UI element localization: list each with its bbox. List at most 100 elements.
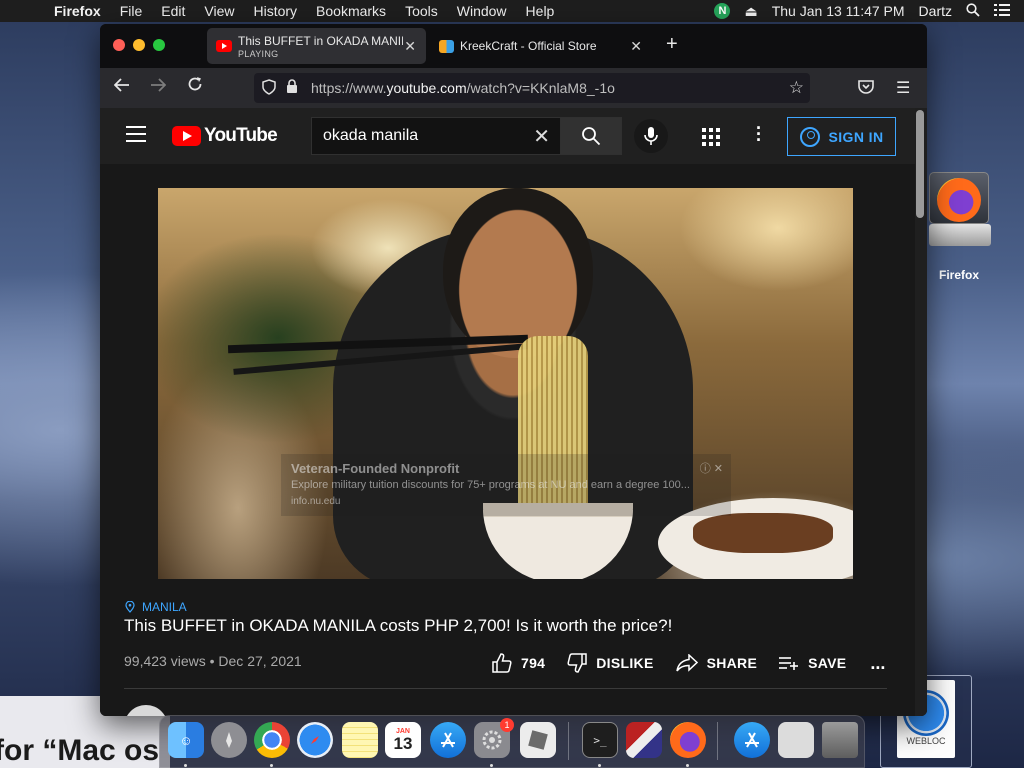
- roblox-icon[interactable]: [520, 722, 556, 758]
- eject-icon[interactable]: ⏏: [744, 3, 757, 20]
- running-indicator: [184, 764, 187, 767]
- microphone-icon: [644, 127, 658, 145]
- publish-date: Dec 27, 2021: [218, 653, 302, 669]
- background-window-text: for “Mac os: [0, 734, 160, 767]
- youtube-play-logo-icon: [172, 126, 201, 146]
- close-tab-icon[interactable]: ✕: [404, 38, 416, 55]
- spotlight-search-icon[interactable]: [966, 2, 980, 20]
- app-store-downloads-icon[interactable]: [734, 722, 770, 758]
- running-indicator: [598, 764, 601, 767]
- close-window-button[interactable]: [113, 39, 125, 51]
- terminal-icon[interactable]: >_: [582, 722, 618, 758]
- search-input[interactable]: okada manila ✕: [311, 117, 560, 155]
- url-domain: youtube.com: [386, 80, 467, 96]
- guide-menu-icon[interactable]: [126, 126, 146, 147]
- page-scrollbar-thumb[interactable]: [916, 110, 924, 218]
- safari-icon[interactable]: [297, 722, 333, 758]
- notes-icon[interactable]: [342, 722, 378, 758]
- menu-file[interactable]: File: [120, 3, 143, 19]
- trash-icon[interactable]: [822, 722, 858, 758]
- ad-title: Veteran-Founded Nonprofit: [291, 461, 460, 476]
- system-preferences-icon[interactable]: 1: [474, 718, 514, 758]
- status-app-icon[interactable]: N: [714, 3, 731, 19]
- ad-close-icon[interactable]: ⓘ ✕: [700, 460, 723, 476]
- calendar-icon[interactable]: JAN 13: [385, 722, 421, 758]
- firefox-logo-icon: [937, 178, 981, 222]
- zoom-window-button[interactable]: [153, 39, 165, 51]
- tab-kreekcraft-store[interactable]: KreekCraft - Official Store ✕: [430, 28, 652, 64]
- forward-arrow-icon[interactable]: [150, 76, 167, 97]
- menu-history[interactable]: History: [253, 3, 297, 19]
- menu-tools[interactable]: Tools: [405, 3, 438, 19]
- settings-more-icon[interactable]: · · ·: [756, 119, 762, 149]
- tracking-protection-shield-icon[interactable]: [262, 78, 276, 98]
- tab-title: This BUFFET in OKADA MANILA: [238, 33, 403, 48]
- hashtag-text: MANILA: [142, 600, 187, 614]
- reload-icon[interactable]: [187, 76, 203, 97]
- voice-search-button[interactable]: [634, 119, 668, 153]
- youtube-favicon-icon: [216, 40, 232, 52]
- dislike-label: DISLIKE: [596, 655, 654, 671]
- location-hashtag[interactable]: MANILA: [125, 600, 187, 614]
- video-view-info: 99,423 views • Dec 27, 2021: [124, 653, 302, 669]
- desktop-firefox-drive[interactable]: Firefox: [927, 172, 991, 282]
- lock-icon[interactable]: [286, 79, 300, 97]
- apps-grid-icon[interactable]: [702, 128, 720, 151]
- app-menu-hamburger-icon[interactable]: ☰: [896, 78, 910, 98]
- dislike-button[interactable]: DISLIKE: [567, 653, 653, 673]
- menu-help[interactable]: Help: [526, 3, 555, 19]
- search-query-text: okada manila: [323, 127, 419, 144]
- youtube-wordmark: YouTube: [204, 125, 278, 146]
- tab-youtube-video[interactable]: This BUFFET in OKADA MANILA PLAYING ✕: [207, 28, 426, 64]
- app-store-icon[interactable]: [430, 722, 466, 758]
- youtube-logo[interactable]: YouTube: [172, 125, 278, 147]
- share-button[interactable]: SHARE: [675, 654, 758, 672]
- control-center-icon[interactable]: [994, 3, 1010, 19]
- share-arrow-icon: [675, 654, 698, 672]
- menu-bookmarks[interactable]: Bookmarks: [316, 3, 386, 19]
- overlay-ad[interactable]: Veteran-Founded Nonprofit Explore milita…: [281, 454, 731, 516]
- more-actions-icon[interactable]: ...: [870, 653, 885, 674]
- terminal-prompt-glyph: >_: [593, 733, 607, 747]
- tab-bar: This BUFFET in OKADA MANILA PLAYING ✕ Kr…: [100, 24, 927, 68]
- thumbs-up-icon: [492, 653, 512, 673]
- clear-search-icon[interactable]: ✕: [533, 124, 550, 149]
- launchpad-icon[interactable]: [211, 722, 247, 758]
- menu-view[interactable]: View: [204, 3, 234, 19]
- menu-edit[interactable]: Edit: [161, 3, 185, 19]
- save-button[interactable]: SAVE: [779, 655, 846, 671]
- finder-icon[interactable]: ☺: [168, 722, 204, 758]
- minimize-window-button[interactable]: [133, 39, 145, 51]
- pocket-icon[interactable]: [858, 79, 874, 99]
- chrome-icon[interactable]: [254, 722, 290, 758]
- section-divider: [124, 688, 887, 689]
- firefox-icon[interactable]: [670, 722, 706, 758]
- running-indicator: [270, 764, 273, 767]
- like-button[interactable]: 794: [492, 653, 545, 673]
- sign-in-label: SIGN IN: [828, 128, 884, 145]
- search-icon: [582, 127, 601, 146]
- menu-window[interactable]: Window: [457, 3, 507, 19]
- url-path: /watch?v=KKnlaM8_-1o: [466, 80, 615, 96]
- menubar-clock[interactable]: Thu Jan 13 11:47 PM: [772, 3, 905, 19]
- sign-in-button[interactable]: SIGN IN: [787, 117, 896, 156]
- url-prefix: https://www.: [311, 80, 387, 96]
- app-menu[interactable]: Firefox: [54, 3, 101, 19]
- info-separator: •: [205, 653, 219, 669]
- tab-playing-label: PLAYING: [238, 48, 279, 59]
- photo-booth-icon[interactable]: [626, 722, 662, 758]
- search-button[interactable]: [560, 117, 622, 155]
- bookmark-star-icon[interactable]: ☆: [789, 78, 804, 98]
- close-tab-icon[interactable]: ✕: [630, 38, 642, 55]
- view-count: 99,423 views: [124, 653, 206, 669]
- video-player[interactable]: Veteran-Founded Nonprofit Explore milita…: [158, 188, 853, 579]
- documents-stack-icon[interactable]: [778, 722, 814, 758]
- webloc-label: WEBLOC: [906, 736, 946, 746]
- new-tab-plus-icon[interactable]: +: [666, 33, 678, 56]
- drive-icon: [927, 172, 991, 248]
- menubar-user[interactable]: Dartz: [919, 3, 952, 19]
- address-bar[interactable]: https://www.youtube.com/watch?v=KKnlaM8_…: [254, 73, 810, 103]
- calendar-day: 13: [393, 733, 413, 753]
- channel-avatar[interactable]: [124, 705, 168, 716]
- back-arrow-icon[interactable]: [113, 76, 130, 97]
